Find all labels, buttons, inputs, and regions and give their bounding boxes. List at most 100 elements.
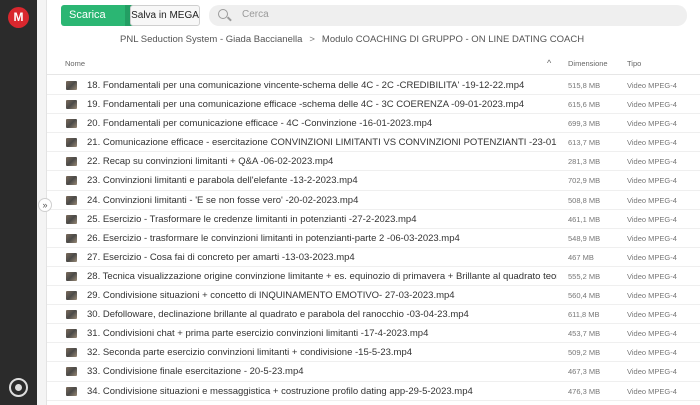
table-row[interactable]: 24. Convinzioni limitanti - 'E se non fo… — [47, 191, 700, 210]
video-thumbnail-icon — [66, 176, 77, 186]
table-row[interactable]: 19. Fondamentali per una comunicazione e… — [47, 95, 700, 115]
table-row[interactable]: 34. Condivisione situazioni e messaggist… — [47, 382, 700, 401]
file-type: Video MPEG-4 — [627, 81, 677, 90]
column-header-name[interactable]: Nome — [65, 59, 85, 68]
file-size: 467,3 MB — [568, 367, 601, 377]
expand-panel-icon[interactable]: » — [38, 198, 52, 212]
video-thumbnail-icon — [66, 195, 77, 205]
file-size: 476,3 MB — [568, 386, 601, 396]
table-row[interactable]: 20. Fondamentali per comunicazione effic… — [47, 114, 700, 134]
breadcrumb-separator: > — [309, 34, 315, 45]
video-thumbnail-icon — [66, 386, 77, 396]
file-name: 28. Tecnica visualizzazione origine conv… — [87, 270, 557, 282]
table-row[interactable]: 18. Fondamentali per una comunicazione v… — [47, 76, 700, 96]
table-row[interactable]: 31. Condivisioni chat + prima parte eser… — [47, 324, 700, 344]
video-thumbnail-icon — [66, 138, 77, 148]
video-thumbnail-icon — [66, 252, 77, 262]
video-thumbnail-icon — [66, 291, 77, 301]
file-size: 560,4 MB — [568, 291, 601, 301]
column-header-size[interactable]: Dimensione — [568, 59, 608, 68]
file-name: 30. Defolloware, declinazione brillante … — [87, 309, 469, 321]
file-name: 33. Condivisione finale esercitazione - … — [87, 366, 304, 378]
video-thumbnail-icon — [66, 119, 77, 129]
file-type: Video MPEG-4 — [627, 310, 677, 320]
search-input[interactable]: Cerca — [209, 5, 687, 26]
file-size: 461,1 MB — [568, 214, 601, 224]
main-area: Scarica ▼ Salva in MEGA Cerca PNL Seduct… — [47, 0, 700, 405]
file-size: 611,8 MB — [568, 310, 600, 320]
video-thumbnail-icon — [66, 310, 77, 320]
download-button[interactable]: Scarica — [61, 5, 125, 26]
file-name: 34. Condivisione situazioni e messaggist… — [87, 385, 473, 397]
table-row[interactable]: 23. Convinzioni limitanti e parabola del… — [47, 171, 700, 191]
table-row[interactable]: 27. Esercizio - Cosa fai di concreto per… — [47, 248, 700, 267]
table-row[interactable]: 32. Seconda parte esercizio convinzioni … — [47, 343, 700, 363]
file-type: Video MPEG-4 — [627, 100, 677, 110]
file-size: 281,3 MB — [568, 157, 601, 167]
file-name: 26. Esercizio - trasformare le convinzio… — [87, 232, 460, 244]
file-type: Video MPEG-4 — [627, 367, 677, 377]
file-name: 27. Esercizio - Cosa fai di concreto per… — [87, 251, 355, 263]
file-size: 453,7 MB — [568, 329, 601, 339]
file-name: 21. Comunicazione efficace - esercitazio… — [87, 137, 557, 149]
table-row[interactable]: 26. Esercizio - trasformare le convinzio… — [47, 229, 700, 248]
file-type: Video MPEG-4 — [627, 195, 677, 205]
file-type: Video MPEG-4 — [627, 329, 677, 339]
file-type: Video MPEG-4 — [627, 386, 677, 396]
table-row[interactable]: 29. Condivisione situazioni + concetto d… — [47, 286, 700, 306]
file-size: 548,9 MB — [568, 233, 601, 243]
file-name: 25. Esercizio - Trasformare le credenze … — [87, 213, 417, 225]
table-header: Nome ^ Dimensione Tipo — [47, 53, 700, 75]
video-thumbnail-icon — [66, 367, 77, 377]
video-thumbnail-icon — [66, 271, 77, 281]
video-thumbnail-icon — [66, 157, 77, 167]
save-to-mega-button[interactable]: Salva in MEGA — [130, 5, 200, 26]
file-type: Video MPEG-4 — [627, 233, 677, 243]
video-thumbnail-icon — [66, 348, 77, 358]
table-row[interactable]: 25. Esercizio - Trasformare le credenze … — [47, 210, 700, 229]
file-name: 31. Condivisioni chat + prima parte eser… — [87, 328, 429, 340]
file-name: 18. Fondamentali per una comunicazione v… — [87, 80, 525, 91]
search-icon — [218, 9, 228, 19]
table-row[interactable]: 21. Comunicazione efficace - esercitazio… — [47, 133, 700, 153]
file-size: 508,8 MB — [568, 195, 601, 205]
account-icon[interactable] — [9, 378, 28, 397]
search-placeholder: Cerca — [242, 9, 269, 20]
video-thumbnail-icon — [66, 329, 77, 339]
left-sidebar: M — [0, 0, 37, 405]
file-type: Video MPEG-4 — [627, 214, 677, 224]
file-size: 615,6 MB — [568, 100, 601, 110]
file-type: Video MPEG-4 — [627, 138, 677, 148]
file-type: Video MPEG-4 — [627, 291, 677, 301]
file-list: 18. Fondamentali per una comunicazione v… — [47, 76, 700, 401]
file-name: 32. Seconda parte esercizio convinzioni … — [87, 347, 413, 359]
file-size: 509,2 MB — [568, 348, 601, 358]
file-name: 23. Convinzioni limitanti e parabola del… — [87, 175, 358, 187]
breadcrumb: PNL Seduction System - Giada Baccianella… — [120, 34, 584, 45]
file-size: 515,8 MB — [568, 81, 601, 90]
video-thumbnail-icon — [66, 100, 77, 110]
breadcrumb-item-current[interactable]: Modulo COACHING DI GRUPPO - ON LINE DATI… — [322, 34, 584, 45]
file-name: 19. Fondamentali per una comunicazione e… — [87, 99, 525, 111]
file-size: 702,9 MB — [568, 176, 601, 186]
file-size: 467 MB — [568, 252, 594, 262]
table-row[interactable]: 30. Defolloware, declinazione brillante … — [47, 305, 700, 325]
file-name: 29. Condivisione situazioni + concetto d… — [87, 290, 455, 302]
file-type: Video MPEG-4 — [627, 176, 677, 186]
mega-logo-icon[interactable]: M — [8, 7, 29, 28]
table-row[interactable]: 28. Tecnica visualizzazione origine conv… — [47, 267, 700, 287]
file-name: 22. Recap su convinzioni limitanti + Q&A… — [87, 156, 334, 168]
sort-arrow-icon[interactable]: ^ — [547, 58, 551, 68]
file-type: Video MPEG-4 — [627, 252, 677, 262]
file-type: Video MPEG-4 — [627, 119, 677, 129]
file-type: Video MPEG-4 — [627, 271, 677, 281]
table-row[interactable]: 22. Recap su convinzioni limitanti + Q&A… — [47, 152, 700, 172]
file-type: Video MPEG-4 — [627, 348, 677, 358]
breadcrumb-item-root[interactable]: PNL Seduction System - Giada Baccianella — [120, 34, 302, 45]
file-name: 20. Fondamentali per comunicazione effic… — [87, 118, 433, 130]
column-header-type[interactable]: Tipo — [627, 59, 641, 68]
file-type: Video MPEG-4 — [627, 157, 677, 167]
table-row[interactable]: 33. Condivisione finale esercitazione - … — [47, 362, 700, 382]
file-size: 555,2 MB — [568, 271, 601, 281]
video-thumbnail-icon — [66, 81, 77, 90]
